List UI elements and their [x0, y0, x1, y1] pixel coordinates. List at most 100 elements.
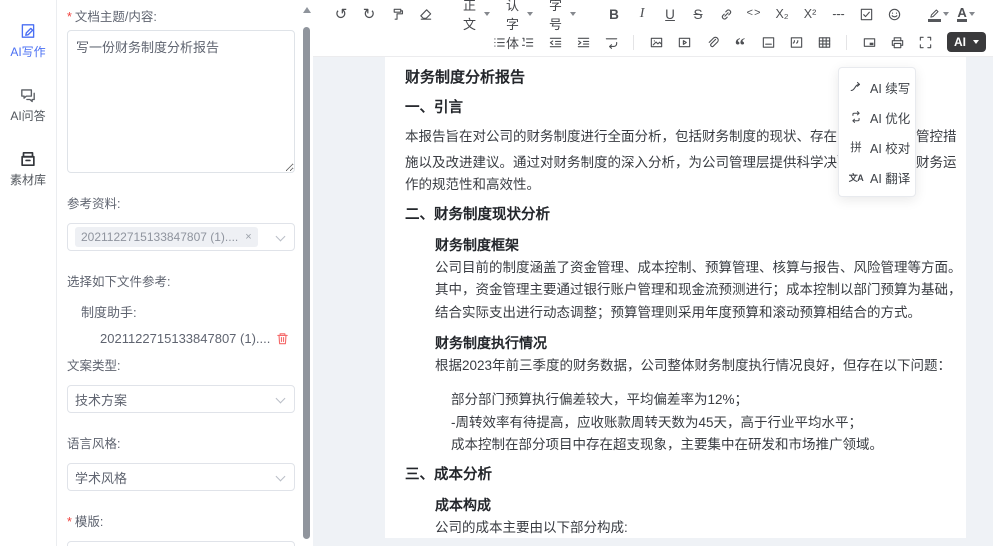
required-mark: *	[67, 515, 72, 529]
delete-file-icon[interactable]	[275, 331, 290, 346]
nav-item-ai-writing[interactable]: AI写作	[0, 22, 56, 60]
code-block-icon[interactable]	[788, 31, 804, 53]
ai-menu-item[interactable]: 文A AI 翻译	[839, 162, 915, 192]
template-select[interactable]: 通用模板	[67, 541, 295, 546]
topic-input[interactable]: 写一份财务制度分析报告	[67, 30, 295, 173]
doc-type-value: 技术方案	[75, 390, 127, 409]
inline-code-icon-glyph: <>	[746, 8, 761, 20]
bold-icon[interactable]: B	[606, 3, 622, 25]
format-painter-icon[interactable]	[389, 3, 405, 25]
blank-line	[405, 377, 946, 389]
nav-item-ai-qa[interactable]: AI问答	[0, 86, 56, 124]
style-select[interactable]: 学术风格	[67, 463, 295, 491]
toolbar-separator	[633, 35, 634, 50]
chevron-down-icon	[276, 394, 286, 404]
eraser-icon[interactable]	[417, 3, 433, 25]
divider-block-icon[interactable]	[760, 31, 776, 53]
video-icon[interactable]	[676, 31, 692, 53]
app-window: AI写作 AI问答 素材库 *文档主题/内容: 写一份财务制度分析报告 参考资料…	[0, 0, 993, 546]
assistant-label: 制度助手:	[67, 302, 293, 321]
caret-down-icon	[973, 40, 979, 44]
topic-label: *文档主题/内容:	[67, 6, 293, 25]
ai-menu-item-label: AI 翻译	[870, 168, 910, 187]
scroll-up-icon[interactable]	[303, 7, 311, 13]
caret-down-icon	[969, 12, 975, 16]
attachment-icon[interactable]	[704, 31, 720, 53]
ai-translate-icon: 文A	[848, 171, 864, 184]
outdent-icon[interactable]	[547, 31, 563, 53]
inline-code-icon[interactable]: <>	[746, 3, 762, 25]
doc-text-line: 部分部门预算执行偏差较大，平均偏差率为12%；	[405, 389, 946, 412]
file-name: 2021122715133847807 (1)....	[100, 331, 270, 346]
bullet-list-icon[interactable]	[491, 31, 507, 53]
doc-text-line: -周转效率有待提高，应收账款周转天数为45天，高于行业平均水平；	[405, 412, 946, 435]
editor-toolbar: ↺↻正文默认字体字号BIUS<>X₂X²A “AI	[313, 0, 993, 57]
italic-icon-glyph: I	[640, 6, 645, 22]
ai-menu-item-label: AI 校对	[870, 138, 910, 157]
doc-paragraph: 部分部门预算执行偏差较大，平均偏差率为12%；-周转效率有待提高，应收账款周转天…	[405, 389, 946, 457]
doc-text-line: 结合实际支出进行动态调整；预算管理则采用年度预算和滚动预算相结合的方式。	[405, 302, 946, 325]
doc-paragraph: 公司目前的制度涵盖了资金管理、成本控制、预算管理、核算与报告、风险管理等方面。其…	[405, 257, 946, 325]
tag-remove-icon[interactable]: ×	[245, 231, 251, 243]
reference-select[interactable]: 2021122715133847807 (1)....×	[67, 223, 295, 251]
subscript-icon[interactable]: X₂	[774, 3, 790, 25]
indent-icon[interactable]	[575, 31, 591, 53]
task-list-icon[interactable]	[858, 3, 874, 25]
template-label: *模版:	[67, 511, 293, 530]
page-panel-icon[interactable]	[861, 31, 877, 53]
text-wrap-icon[interactable]	[603, 31, 619, 53]
ai-menu-item[interactable]: AI 优化	[839, 102, 915, 132]
doc-text-line: 根据2023年前三季度的财务数据，公司整体财务制度执行情况良好，但存在以下问题：	[405, 355, 946, 378]
strikethrough-icon[interactable]: S	[690, 3, 706, 25]
strikethrough-icon-glyph: S	[694, 7, 703, 22]
ai-menu-item-label: AI 优化	[870, 108, 910, 127]
print-icon[interactable]	[889, 31, 905, 53]
underline-icon-glyph: U	[665, 7, 675, 22]
material-library-icon	[19, 150, 37, 168]
redo-icon[interactable]: ↻	[361, 3, 377, 25]
fullscreen-icon[interactable]	[917, 31, 933, 53]
bold-icon-glyph: B	[609, 7, 619, 22]
doc-text-line: 公司目前的制度涵盖了资金管理、成本控制、预算管理、核算与报告、风险管理等方面。	[405, 257, 946, 280]
doc-text-line: 其中，资金管理主要通过银行账户管理和现金流预测进行；成本控制以部门预算为基础，	[405, 279, 946, 302]
reference-label: 参考资料:	[67, 193, 293, 212]
nav-item-material-library[interactable]: 素材库	[0, 150, 56, 188]
scrollbar-thumb[interactable]	[303, 27, 310, 539]
undo-icon[interactable]: ↺	[333, 3, 349, 25]
doc-heading: 财务制度执行情况	[405, 332, 946, 355]
ordered-list-icon[interactable]	[519, 31, 535, 53]
doc-heading: 财务制度框架	[405, 234, 946, 257]
paragraph-style-dropdown[interactable]: 正文	[463, 0, 490, 33]
italic-icon[interactable]: I	[634, 3, 650, 25]
doc-text-line: 成本控制在部分项目中存在超支现象，主要集中在研发和市场推广领域。	[405, 434, 946, 457]
ai-dropdown-button[interactable]: AI	[947, 32, 986, 52]
horizontal-rule-icon[interactable]	[830, 3, 846, 25]
doc-heading: 二、财务制度现状分析	[405, 204, 946, 227]
ai-menu-item[interactable]: AI 续写	[839, 72, 915, 102]
font-color-icon[interactable]: A	[958, 3, 974, 25]
emoji-icon[interactable]	[886, 3, 902, 25]
image-icon[interactable]	[648, 31, 664, 53]
nav-label-material-library: 素材库	[10, 171, 46, 188]
caret-down-icon	[527, 12, 533, 16]
undo-icon-glyph: ↺	[335, 7, 348, 22]
highlight-color-icon[interactable]	[930, 3, 946, 25]
ai-qa-icon	[19, 86, 37, 104]
doc-heading: 三、成本分析	[405, 464, 946, 487]
blockquote-icon[interactable]: “	[732, 31, 748, 53]
caret-down-icon	[570, 12, 576, 16]
style-label: 语言风格:	[67, 433, 293, 452]
font-size-dropdown[interactable]: 字号	[549, 0, 576, 33]
ai-menu-item[interactable]: 拼AI 校对	[839, 132, 915, 162]
ai-menu-item-label: AI 续写	[870, 78, 910, 97]
table-icon[interactable]	[816, 31, 832, 53]
font-color-icon-glyph: A	[957, 6, 966, 22]
doc-type-select[interactable]: 技术方案	[67, 385, 295, 413]
ai-continue-icon	[848, 80, 864, 94]
style-value: 学术风格	[75, 468, 127, 487]
required-mark: *	[67, 10, 72, 24]
superscript-icon[interactable]: X²	[802, 3, 818, 25]
blockquote-icon-glyph: “	[735, 35, 746, 50]
underline-icon[interactable]: U	[662, 3, 678, 25]
link-icon[interactable]	[718, 3, 734, 25]
